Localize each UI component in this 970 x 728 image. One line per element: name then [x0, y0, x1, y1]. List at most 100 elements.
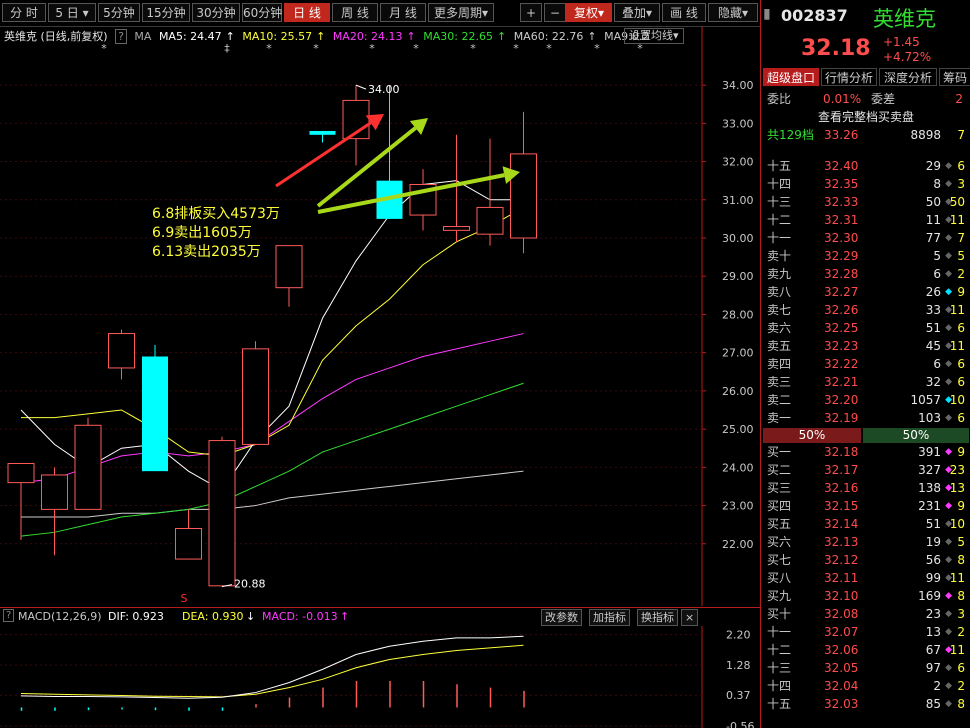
ask-row[interactable]: 十五 32.40 29 6 ◆: [761, 157, 970, 175]
ma5-value: MA5: 24.47: [158, 30, 222, 43]
ask-row[interactable]: 卖十 32.29 5 5 ◆: [761, 247, 970, 265]
order-dot-icon: ◆: [945, 377, 952, 387]
bid-row[interactable]: 买四 32.15 231 9 ◆: [761, 497, 970, 515]
macd-chart[interactable]: 2.20 1.28 0.37 -0.56: [0, 626, 760, 728]
bid-row[interactable]: 买五 32.14 51 10 ◆: [761, 515, 970, 533]
switch-indicator-button[interactable]: 换指标: [637, 609, 678, 626]
tab-intraday[interactable]: 分 时: [2, 3, 46, 22]
level-label: 买三: [767, 481, 792, 495]
up-arrow-icon: ↑: [587, 30, 597, 43]
tab-chips[interactable]: 筹码分: [939, 68, 970, 86]
ask-row[interactable]: 卖二 32.20 1057 10 ◆: [761, 391, 970, 409]
menu-icon[interactable]: ▮: [763, 6, 771, 22]
zoom-in-button[interactable]: +: [520, 3, 542, 22]
tab-5day[interactable]: 5 日 ▾: [48, 3, 96, 22]
ask-row[interactable]: 卖九 32.28 6 2 ◆: [761, 265, 970, 283]
tab-market-analysis[interactable]: 行情分析: [821, 68, 877, 86]
bid-row[interactable]: 买九 32.10 169 8 ◆: [761, 587, 970, 605]
level-volume: 1057: [910, 393, 941, 407]
tab-super-book[interactable]: 超级盘口: [763, 68, 819, 86]
y-axis-label: 30.00: [722, 232, 754, 245]
ask-row[interactable]: 卖三 32.21 32 6 ◆: [761, 373, 970, 391]
level-count: 11: [949, 643, 965, 657]
ask-row[interactable]: 卖一 32.19 103 6 ◆: [761, 409, 970, 427]
level-volume: 103: [918, 411, 941, 425]
level-label: 卖五: [767, 339, 792, 353]
overlay-button[interactable]: 叠加▾: [614, 3, 660, 22]
level-label: 买六: [767, 535, 792, 549]
bid-row[interactable]: 买十 32.08 23 3 ◆: [761, 605, 970, 623]
tab-monthly[interactable]: 月 线: [380, 3, 426, 22]
bid-row[interactable]: 买二 32.17 327 23 ◆: [761, 461, 970, 479]
sell-ratio-bar: 50%: [763, 428, 861, 443]
level-label: 买一: [767, 445, 792, 459]
bid-row[interactable]: 十四 32.04 2 2 ◆: [761, 677, 970, 695]
total-levels-label: 共129档: [767, 128, 814, 142]
level-price: 32.05: [824, 661, 859, 675]
level-label: 买八: [767, 571, 792, 585]
close-icon[interactable]: ×: [681, 609, 699, 626]
level-label: 卖四: [767, 357, 792, 371]
quote-panel: ▮ 002837 英维克 32.18 +1.45 +4.72% 超级盘口 行情分…: [760, 0, 970, 728]
up-arrow-icon: ↑: [340, 610, 350, 623]
question-icon[interactable]: ?: [3, 609, 15, 622]
ask-row[interactable]: 卖六 32.25 51 6 ◆: [761, 319, 970, 337]
tab-deep-analysis[interactable]: 深度分析: [879, 68, 937, 86]
level-price: 32.20: [824, 393, 859, 407]
ask-row[interactable]: 卖四 32.22 6 6 ◆: [761, 355, 970, 373]
level-price: 32.40: [824, 159, 859, 173]
bid-row[interactable]: 买七 32.12 56 8 ◆: [761, 551, 970, 569]
level-label: 买七: [767, 553, 792, 567]
total-price: 33.26: [824, 128, 859, 142]
level-label: 卖十: [767, 249, 792, 263]
bid-row[interactable]: 买八 32.11 99 11 ◆: [761, 569, 970, 587]
order-dot-icon: ◆: [945, 233, 952, 243]
tab-15min[interactable]: 15分钟: [142, 3, 190, 22]
ask-row[interactable]: 十四 32.35 8 3 ◆: [761, 175, 970, 193]
tab-more-periods[interactable]: 更多周期▾: [428, 3, 494, 22]
bid-row[interactable]: 买六 32.13 19 5 ◆: [761, 533, 970, 551]
tab-5min[interactable]: 5分钟: [98, 3, 140, 22]
question-icon[interactable]: ?: [115, 29, 127, 44]
ask-row[interactable]: 卖五 32.23 45 11 ◆: [761, 337, 970, 355]
level-volume: 169: [918, 589, 941, 603]
tab-weekly[interactable]: 周 线: [332, 3, 378, 22]
bid-row[interactable]: 十三 32.05 97 6 ◆: [761, 659, 970, 677]
bid-row[interactable]: 十一 32.07 13 2 ◆: [761, 623, 970, 641]
zoom-out-button[interactable]: −: [544, 3, 566, 22]
chevron-down-icon: ▾: [597, 6, 605, 20]
full-book-link[interactable]: 查看完整档买卖盘: [761, 108, 970, 126]
bid-row[interactable]: 十二 32.06 67 11 ◆: [761, 641, 970, 659]
adjust-button[interactable]: 复权▾: [566, 3, 612, 22]
level-price: 32.14: [824, 517, 859, 531]
bid-row[interactable]: 十五 32.03 85 8 ◆: [761, 695, 970, 713]
ask-row[interactable]: 卖七 32.26 33 11 ◆: [761, 301, 970, 319]
level-count: 8: [957, 589, 965, 603]
bid-row[interactable]: 买一 32.18 391 9 ◆: [761, 443, 970, 461]
tab-30min[interactable]: 30分钟: [192, 3, 240, 22]
ma-settings-button[interactable]: 设置均线▾: [624, 28, 684, 44]
order-dot-icon: ◆: [945, 413, 952, 423]
level-volume: 29: [925, 159, 941, 173]
order-dot-icon: ◆: [945, 447, 952, 457]
order-dot-icon: ◆: [945, 519, 952, 529]
hide-button[interactable]: 隐藏▾: [708, 3, 758, 22]
up-arrow-icon: ↑: [496, 30, 507, 43]
ask-row[interactable]: 十二 32.31 11 11 ◆: [761, 211, 970, 229]
draw-line-button[interactable]: 画 线: [662, 3, 706, 22]
tab-daily[interactable]: 日 线: [284, 3, 330, 22]
level-price: 32.15: [824, 499, 859, 513]
bid-row[interactable]: 买三 32.16 138 13 ◆: [761, 479, 970, 497]
level-volume: 99: [925, 571, 941, 585]
ask-row[interactable]: 十三 32.33 50 50 ◆: [761, 193, 970, 211]
ask-row[interactable]: 十一 32.30 77 7 ◆: [761, 229, 970, 247]
level-label: 十五: [767, 697, 792, 711]
add-indicator-button[interactable]: 加指标: [589, 609, 630, 626]
y-axis-label: 27.00: [722, 347, 754, 360]
edit-params-button[interactable]: 改参数: [541, 609, 582, 626]
candlestick-chart[interactable]: 34.00 33.00 32.00 31.00 30.00 29.00 28.00 27.00…: [0, 26, 760, 606]
order-dot-icon: ◆: [945, 681, 952, 691]
ask-row[interactable]: 卖八 32.27 26 9 ◆: [761, 283, 970, 301]
tab-60min[interactable]: 60分钟: [242, 3, 282, 22]
candle-body: [142, 356, 168, 472]
